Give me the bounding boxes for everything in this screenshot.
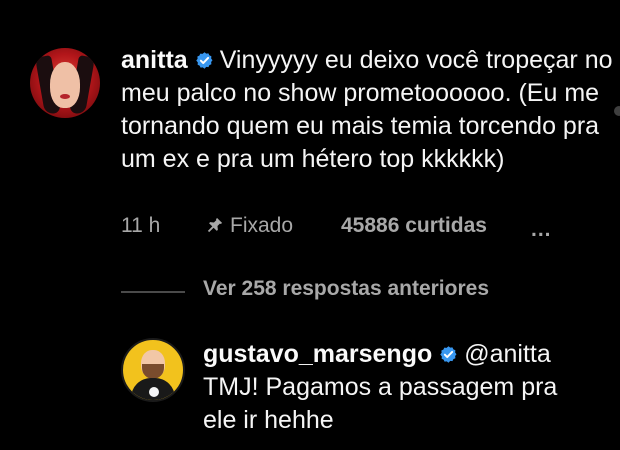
avatar-beard: [142, 364, 164, 379]
reply-username[interactable]: gustavo_marsengo: [203, 340, 432, 368]
avatar-lips: [60, 94, 70, 99]
gustavo-avatar[interactable]: [121, 338, 185, 402]
pinned-indicator: Fixado: [206, 214, 293, 238]
show-previous-replies-button[interactable]: Ver 258 respostas anteriores: [203, 277, 489, 301]
like-heart-icon[interactable]: [614, 106, 620, 116]
pinned-comment: anitta Vinyyyyy eu deixo você tropeçar no…: [30, 44, 620, 244]
thread-divider-line: [121, 291, 185, 293]
verified-badge-icon: [195, 46, 214, 69]
avatar-face: [50, 62, 80, 108]
more-options-button[interactable]: ...: [531, 218, 552, 242]
avatar-shirt-logo: [149, 387, 159, 397]
replies-toggle-row[interactable]: Ver 258 respostas anteriores: [121, 277, 521, 307]
comment-username[interactable]: anitta: [121, 46, 188, 74]
reply-content: gustavo_marsengo @anitta TMJ! Pagamos a pa…: [203, 338, 593, 437]
verified-badge-icon: [439, 340, 458, 363]
comment-timestamp[interactable]: 11 h: [121, 214, 160, 238]
pinned-label: Fixado: [230, 214, 294, 237]
reply-text: TMJ! Pagamos a passagem pra ele ir hehhe: [203, 373, 558, 434]
anitta-avatar[interactable]: [30, 48, 100, 118]
pin-icon: [207, 217, 223, 233]
reply-mention[interactable]: @anitta: [464, 340, 551, 368]
reply-comment: gustavo_marsengo @anitta TMJ! Pagamos a pa…: [121, 338, 620, 450]
comment-content: anitta Vinyyyyy eu deixo você tropeçar no…: [121, 44, 613, 176]
comment-meta-row: 11 h Fixado 45886 curtidas ...: [121, 214, 571, 244]
likes-count-link[interactable]: 45886 curtidas: [341, 214, 487, 238]
